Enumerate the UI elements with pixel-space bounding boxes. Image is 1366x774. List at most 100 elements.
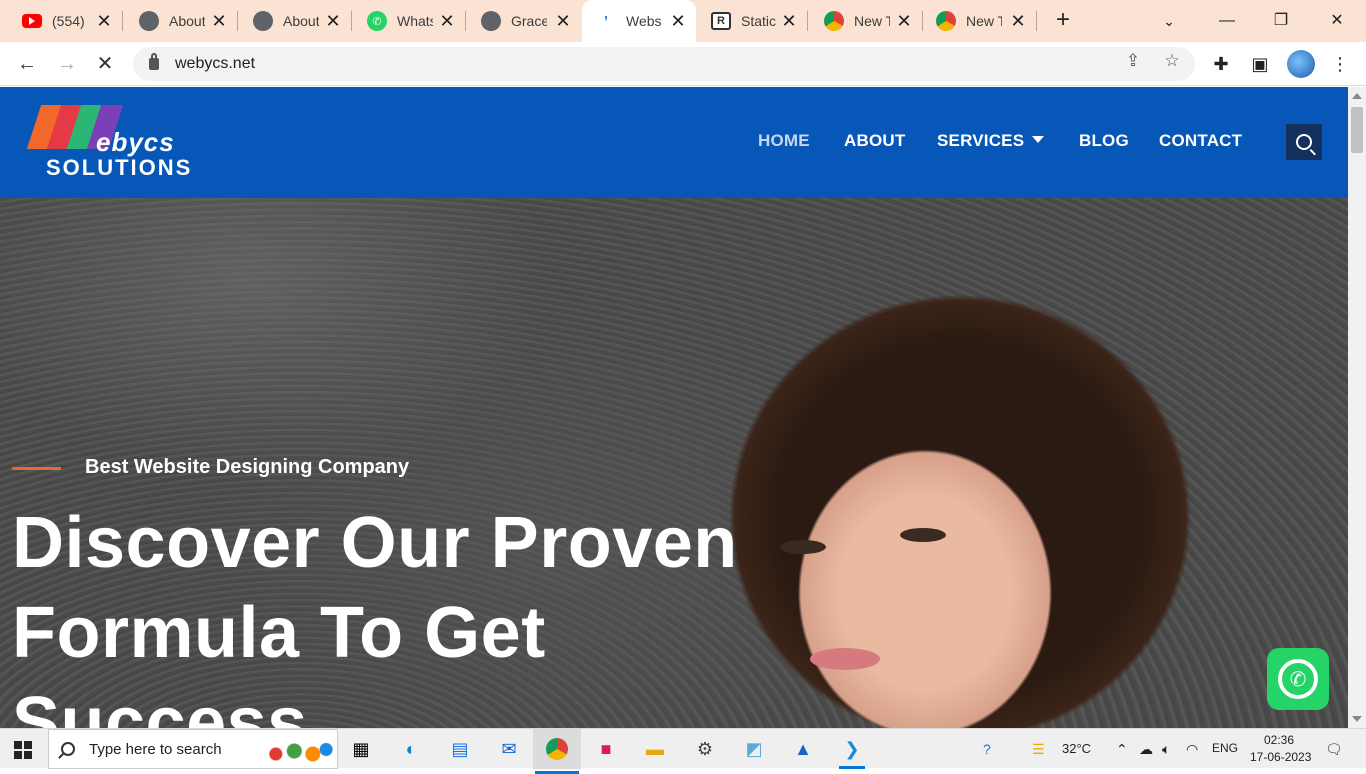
page-scrollbar[interactable] [1348, 87, 1366, 728]
scroll-up-icon[interactable] [1352, 93, 1362, 99]
whatsapp-chat-button[interactable] [1267, 648, 1329, 710]
logo-word-solutions: SOLUTIONS [46, 155, 193, 180]
browser-tab-active[interactable]: ʼ Websi ✕ [582, 0, 696, 42]
scroll-down-icon[interactable] [1352, 716, 1362, 722]
address-bar[interactable]: webycs.net [133, 47, 1195, 81]
restore-button[interactable]: ❐ [1266, 8, 1296, 34]
face-shape [770, 418, 1080, 728]
windows-taskbar: Type here to search ▦ ◐ ▤ ✉ ■ ▬ ⚙ ◩ ▲ ❯ … [0, 728, 1366, 774]
nav-home[interactable]: HOME [758, 131, 810, 151]
stop-loading-icon[interactable]: ✕ [92, 51, 118, 77]
tab-title: Whats [397, 13, 433, 29]
close-tab-icon[interactable]: ✕ [1008, 11, 1028, 31]
eye-shape [900, 528, 946, 542]
browser-tab[interactable]: Grace ✕ [465, 0, 581, 42]
caret-down-icon [1032, 136, 1045, 143]
close-tab-icon[interactable]: ✕ [668, 11, 688, 31]
close-window-button[interactable]: ✕ [1322, 8, 1352, 34]
chrome-icon [546, 738, 568, 760]
task-view-icon[interactable]: ▦ [346, 734, 376, 764]
tab-title: New T [854, 13, 890, 29]
bookmark-star-icon[interactable]: ☆ [1162, 51, 1182, 71]
globe-icon [139, 11, 159, 31]
browser-tab[interactable]: New T ✕ [922, 0, 1037, 42]
language-indicator[interactable]: ENG [1212, 741, 1238, 755]
wifi-icon[interactable]: ◠ [1186, 741, 1198, 758]
url-text[interactable]: webycs.net [175, 55, 255, 73]
accent-line [12, 467, 61, 470]
volume-icon[interactable]: 🔈︎ [1162, 741, 1170, 758]
side-panel-icon[interactable]: ▣ [1247, 51, 1273, 77]
browser-tab[interactable]: R Static ✕ [697, 0, 808, 42]
settings-gear-icon[interactable]: ⚙ [690, 734, 720, 764]
site-header: ebycs SOLUTIONS HOME ABOUT SERVICES BLOG… [0, 87, 1348, 198]
taskbar-search-box[interactable]: Type here to search [48, 729, 338, 769]
photos-icon[interactable]: ▲ [788, 734, 818, 764]
windows-start-icon[interactable] [14, 741, 32, 759]
start-tile [14, 751, 22, 759]
browser-tab[interactable]: New T ✕ [808, 0, 923, 42]
close-tab-icon[interactable]: ✕ [894, 11, 914, 31]
tab-title: (554) ‧ [52, 12, 88, 29]
browser-tab-strip: (554) ‧ ✕ About ✕ About ✕ ✆ Whats ✕ Grac… [0, 0, 1366, 42]
nav-services[interactable]: SERVICES [937, 131, 1045, 151]
file-explorer-icon[interactable]: ▬ [640, 734, 670, 764]
app-icon[interactable]: ◩ [739, 734, 769, 764]
back-arrow-icon[interactable]: ← [14, 51, 40, 77]
start-tile [24, 741, 32, 749]
webpage: ebycs SOLUTIONS HOME ABOUT SERVICES BLOG… [0, 87, 1348, 728]
weather-temp[interactable]: 32°C [1062, 741, 1091, 756]
site-logo[interactable]: ebycs SOLUTIONS [26, 105, 220, 180]
help-icon[interactable]: ? [983, 741, 991, 757]
lips-shape [810, 648, 880, 670]
nav-contact[interactable]: CONTACT [1159, 131, 1242, 151]
scroll-thumb[interactable] [1351, 107, 1363, 153]
weather-icon[interactable]: ☰ [1032, 741, 1045, 758]
browser-toolbar: ← → ✕ webycs.net ⇪ ☆ ✚ ▣ ⋮ [0, 42, 1366, 86]
mail-icon[interactable]: ✉ [494, 734, 524, 764]
nav-blog[interactable]: BLOG [1079, 131, 1129, 151]
close-tab-icon[interactable]: ✕ [94, 11, 114, 31]
nav-about[interactable]: ABOUT [844, 131, 905, 151]
site-search-button[interactable] [1286, 124, 1322, 160]
forward-arrow-icon[interactable]: → [54, 51, 80, 77]
globe-icon [253, 11, 273, 31]
close-tab-icon[interactable]: ✕ [437, 11, 457, 31]
new-tab-button[interactable]: + [1050, 8, 1076, 34]
search-highlight-illustration [261, 736, 335, 766]
close-tab-icon[interactable]: ✕ [779, 11, 799, 31]
store-icon[interactable]: ▤ [445, 734, 475, 764]
clock-time[interactable]: 02:36 [1264, 733, 1294, 747]
close-tab-icon[interactable]: ✕ [209, 11, 229, 31]
tab-title: About [283, 13, 319, 29]
close-tab-icon[interactable]: ✕ [553, 11, 573, 31]
nav-services-label: SERVICES [937, 131, 1025, 150]
browser-tab[interactable]: About ✕ [237, 0, 352, 42]
hero-section: Best Website Designing Company Discover … [0, 198, 1348, 728]
tab-search-chevron-icon[interactable]: ⌄ [1154, 8, 1184, 34]
minimize-button[interactable]: — [1212, 8, 1242, 34]
browser-tab[interactable]: ✆ Whats ✕ [351, 0, 466, 42]
notifications-icon[interactable]: 🗨︎ [1325, 741, 1343, 758]
intellij-icon[interactable]: ■ [591, 734, 621, 764]
vscode-icon[interactable]: ❯ [837, 734, 867, 769]
tab-title: New T [966, 13, 1002, 29]
lock-icon [149, 53, 159, 70]
browser-tab[interactable]: (554) ‧ ✕ [0, 0, 123, 42]
menu-dots-icon[interactable]: ⋮ [1327, 51, 1353, 77]
close-tab-icon[interactable]: ✕ [323, 11, 343, 31]
share-icon[interactable]: ⇪ [1123, 51, 1143, 71]
whatsapp-icon: ✆ [367, 11, 387, 31]
hero-eyebrow: Best Website Designing Company [85, 456, 410, 478]
extensions-puzzle-icon[interactable]: ✚ [1208, 51, 1234, 77]
profile-avatar[interactable] [1287, 50, 1315, 78]
search-icon [1296, 134, 1312, 150]
chrome-taskbar-icon[interactable] [533, 729, 581, 774]
browser-tab[interactable]: About ✕ [123, 0, 238, 42]
start-tile [14, 741, 22, 749]
chrome-icon [936, 11, 956, 31]
edge-icon[interactable]: ◐ [396, 734, 426, 764]
cloud-icon[interactable]: ☁ [1139, 741, 1153, 758]
clock-date[interactable]: 17-06-2023 [1250, 750, 1311, 764]
tray-chevron-icon[interactable]: ⌃ [1116, 741, 1128, 758]
